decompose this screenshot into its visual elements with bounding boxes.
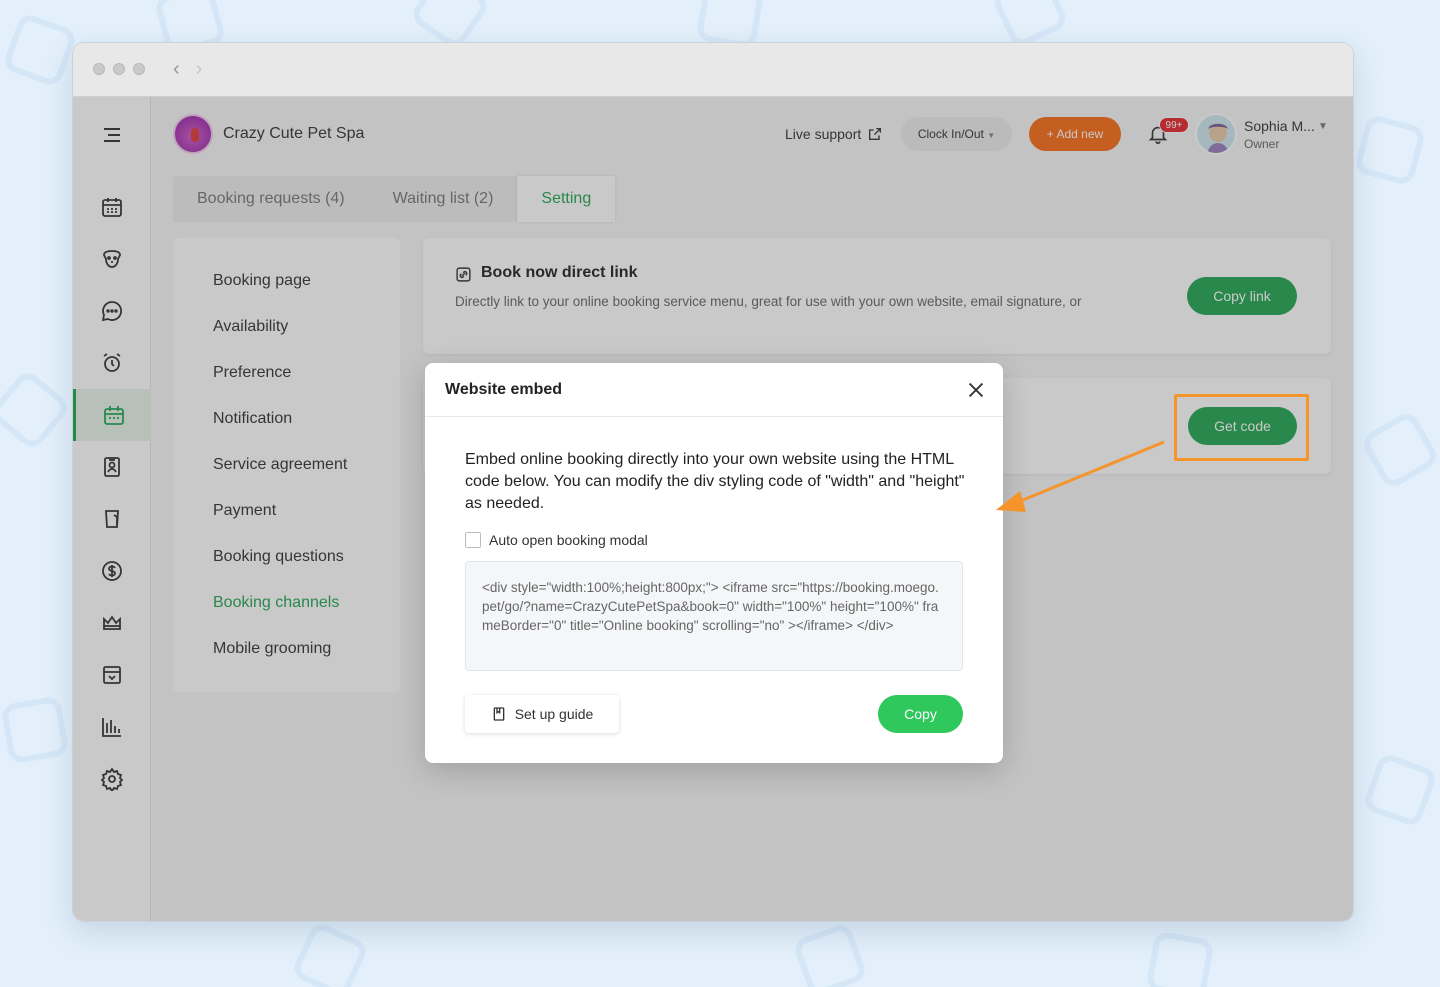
browser-window: ‹ › Crazy Cute Pet Spa Live support Cloc… — [72, 42, 1354, 922]
modal-header: Website embed — [425, 363, 1003, 417]
modal-title: Website embed — [445, 381, 563, 398]
window-controls — [93, 63, 145, 75]
embed-code-box[interactable]: <div style="width:100%;height:800px;"> <… — [465, 561, 963, 671]
setup-guide-button[interactable]: Set up guide — [465, 695, 619, 733]
app-shell: Crazy Cute Pet Spa Live support Clock In… — [73, 97, 1353, 921]
close-icon[interactable] — [965, 379, 987, 401]
setup-guide-label: Set up guide — [514, 706, 594, 722]
website-embed-modal: Website embed Embed online booking direc… — [425, 363, 1003, 763]
book-icon — [493, 707, 505, 721]
modal-description: Embed online booking directly into your … — [465, 451, 965, 512]
forward-arrow-icon[interactable]: › — [196, 57, 203, 81]
browser-nav: ‹ › — [173, 57, 202, 81]
copy-code-button[interactable]: Copy — [878, 695, 963, 733]
maximize-window-dot[interactable] — [133, 63, 145, 75]
get-code-highlight — [1174, 394, 1309, 461]
auto-open-checkbox-label[interactable]: Auto open booking modal — [489, 532, 648, 548]
browser-titlebar: ‹ › — [73, 43, 1353, 97]
back-arrow-icon[interactable]: ‹ — [173, 57, 180, 81]
close-window-dot[interactable] — [93, 63, 105, 75]
minimize-window-dot[interactable] — [113, 63, 125, 75]
auto-open-checkbox[interactable] — [465, 532, 481, 548]
